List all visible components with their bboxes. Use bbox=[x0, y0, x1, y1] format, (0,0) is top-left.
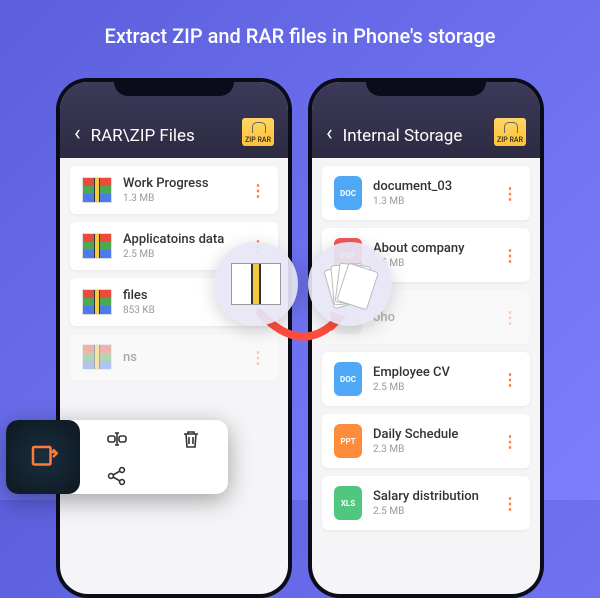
source-bubble bbox=[214, 242, 298, 326]
list-item[interactable]: DOC document_03 1.3 MB ⋮ bbox=[322, 166, 530, 220]
appbar-title: Internal Storage bbox=[343, 126, 484, 146]
back-icon[interactable]: ‹ bbox=[74, 121, 81, 146]
more-icon[interactable]: ⋮ bbox=[502, 184, 518, 203]
rar-icon bbox=[82, 177, 112, 203]
rar-icon bbox=[82, 233, 112, 259]
file-name: About company bbox=[373, 241, 491, 256]
rar-icon bbox=[82, 289, 112, 315]
more-icon[interactable]: ⋮ bbox=[250, 181, 266, 200]
doc-icon: DOC bbox=[334, 362, 362, 396]
list-item[interactable]: DOC Employee CV 2.5 MB ⋮ bbox=[322, 352, 530, 406]
file-name: Daily Schedule bbox=[373, 427, 491, 442]
rename-button[interactable] bbox=[80, 420, 154, 457]
file-name: oho bbox=[373, 310, 491, 325]
doc-icon: DOC bbox=[334, 176, 362, 210]
file-size: 2.5 MB bbox=[373, 506, 491, 517]
share-button[interactable] bbox=[80, 457, 154, 494]
back-icon[interactable]: ‹ bbox=[326, 121, 333, 146]
target-bubble bbox=[308, 242, 392, 326]
xls-icon: XLS bbox=[334, 486, 362, 520]
file-name: ns bbox=[123, 350, 239, 365]
ppt-icon: PPT bbox=[334, 424, 362, 458]
file-size: 1.3 MB bbox=[123, 193, 239, 204]
menu-empty-cell bbox=[154, 457, 228, 494]
list-item[interactable]: ns ⋮ bbox=[70, 334, 278, 380]
ziprar-badge-icon[interactable]: ZIP RAR bbox=[242, 118, 274, 146]
list-item[interactable]: PPT Daily Schedule 2.3 MB ⋮ bbox=[322, 414, 530, 468]
appbar-right: ‹ Internal Storage ZIP RAR bbox=[312, 82, 540, 158]
ziprar-badge-icon[interactable]: ZIP RAR bbox=[494, 118, 526, 146]
more-icon[interactable]: ⋮ bbox=[502, 308, 518, 327]
file-name: Employee CV bbox=[373, 365, 491, 380]
delete-button[interactable] bbox=[154, 420, 228, 457]
action-menu bbox=[6, 420, 228, 494]
rar-icon bbox=[231, 263, 281, 305]
appbar-title: RAR\ZIP Files bbox=[91, 126, 232, 146]
rar-icon bbox=[82, 344, 112, 370]
file-size: 1.3 MB bbox=[373, 196, 491, 207]
documents-fan-icon bbox=[325, 259, 375, 309]
more-icon[interactable]: ⋮ bbox=[502, 370, 518, 389]
list-item[interactable]: Work Progress 1.3 MB ⋮ bbox=[70, 166, 278, 214]
appbar-left: ‹ RAR\ZIP Files ZIP RAR bbox=[60, 82, 288, 158]
file-size: 2.3 MB bbox=[373, 444, 491, 455]
file-name: document_03 bbox=[373, 179, 491, 194]
file-size: 2.5 MB bbox=[373, 258, 491, 269]
more-icon[interactable]: ⋮ bbox=[502, 432, 518, 451]
file-name: Applicatoins data bbox=[123, 232, 239, 247]
extract-button[interactable] bbox=[6, 420, 80, 494]
page-headline: Extract ZIP and RAR files in Phone's sto… bbox=[0, 0, 600, 48]
more-icon[interactable]: ⋮ bbox=[502, 246, 518, 265]
list-item[interactable]: XLS Salary distribution 2.5 MB ⋮ bbox=[322, 476, 530, 530]
more-icon[interactable]: ⋮ bbox=[502, 494, 518, 513]
file-name: Work Progress bbox=[123, 176, 239, 191]
file-size: 2.5 MB bbox=[373, 382, 491, 393]
file-name: Salary distribution bbox=[373, 489, 491, 504]
